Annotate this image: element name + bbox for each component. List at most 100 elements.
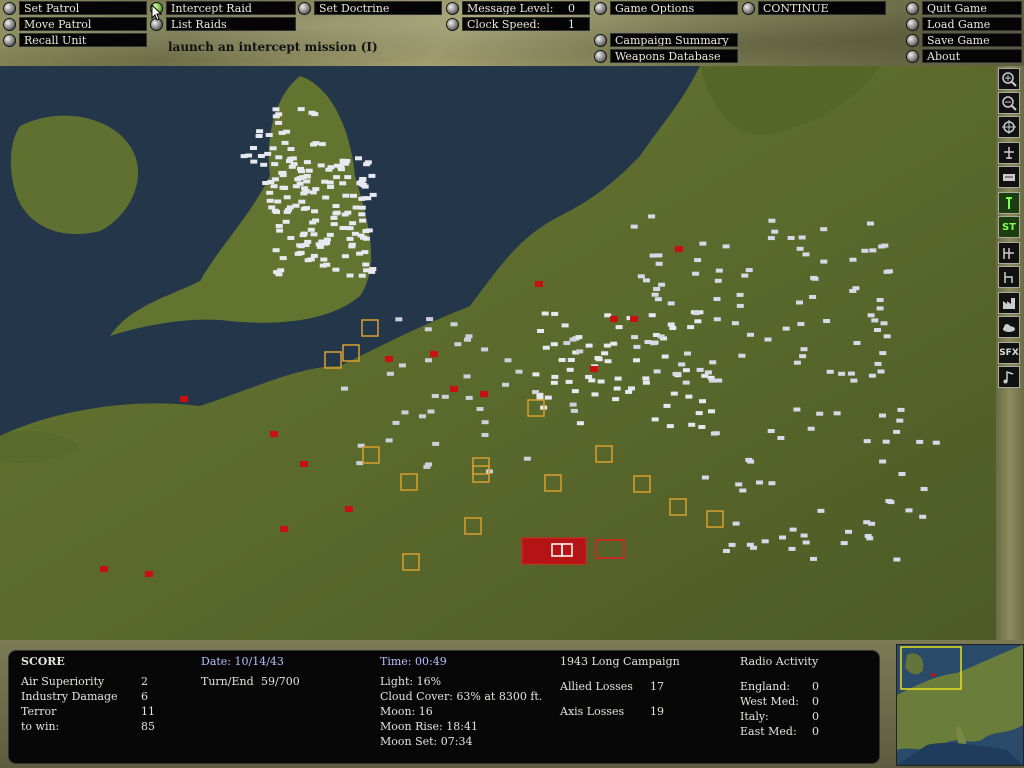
unit-marker (701, 475, 709, 480)
save-game-label: Save Game (922, 33, 1022, 47)
about-button[interactable]: About (906, 49, 1022, 63)
list-raids-button[interactable]: List Raids (150, 17, 296, 31)
campaign-summary-button[interactable]: Campaign Summary (594, 33, 738, 47)
to-win-value: 85 (141, 720, 155, 733)
raid-marker[interactable] (521, 537, 587, 565)
unit-marker (793, 407, 801, 412)
unit-marker (871, 318, 879, 323)
axis-unit-marker (385, 356, 393, 362)
unit-marker (304, 258, 312, 263)
unit-marker (481, 420, 489, 425)
unit-marker (349, 221, 357, 226)
unit-marker (350, 193, 357, 198)
game-options-button[interactable]: Game Options (594, 1, 738, 15)
radio-icon (3, 33, 16, 47)
unit-marker (685, 394, 693, 399)
factory-icon[interactable] (998, 292, 1020, 314)
unit-marker (541, 311, 549, 316)
axis-unit-marker (535, 281, 543, 287)
message-level-value: 0 (568, 2, 575, 15)
unit-marker (657, 334, 665, 339)
grid-icon[interactable] (998, 266, 1020, 288)
load-game-button[interactable]: Load Game (906, 17, 1022, 31)
unit-marker (395, 317, 403, 322)
weapons-database-button[interactable]: Weapons Database (594, 49, 738, 63)
airbase-icon[interactable] (998, 142, 1020, 164)
weather-icon[interactable] (998, 316, 1020, 338)
raid-icon[interactable] (998, 166, 1020, 188)
st-toggle[interactable]: ST (998, 216, 1020, 238)
unit-marker (696, 367, 704, 372)
unit-marker (571, 389, 579, 394)
unit-marker (853, 341, 861, 345)
unit-marker (426, 317, 434, 322)
unit-marker (898, 472, 906, 476)
radio-west-med-label: West Med: (740, 695, 800, 708)
moon-set-text: Moon Set: 07:34 (380, 735, 473, 748)
unit-marker (326, 180, 334, 185)
unit-marker (604, 359, 612, 364)
unit-marker (653, 287, 661, 291)
quit-game-button[interactable]: Quit Game (906, 1, 1022, 15)
unit-marker (867, 313, 875, 318)
unit-marker (288, 164, 296, 169)
radio-italy-value: 0 (812, 710, 819, 723)
zoom-in-icon[interactable] (998, 68, 1020, 90)
unit-marker (262, 181, 270, 185)
intercept-raid-button[interactable]: Intercept Raid (150, 1, 296, 15)
unit-marker (631, 335, 639, 340)
message-level-control[interactable]: Message Level: 0 (446, 1, 590, 15)
status-bar: SCORE Air Superiority 2 Industry Damage … (0, 640, 1024, 768)
unit-marker (563, 341, 571, 345)
unit-marker (266, 190, 274, 195)
unit-marker (882, 439, 890, 444)
music-icon[interactable] (998, 366, 1020, 388)
map-canvas[interactable] (0, 66, 996, 640)
unit-marker (807, 426, 815, 431)
list-raids-label: List Raids (166, 17, 296, 31)
unit-marker (282, 219, 290, 224)
minimap-canvas[interactable] (897, 645, 1023, 765)
flak-icon[interactable] (998, 192, 1020, 214)
recall-unit-button[interactable]: Recall Unit (3, 33, 147, 47)
unit-marker (465, 334, 473, 339)
continue-button[interactable]: CONTINUE (742, 1, 886, 15)
unit-marker (715, 378, 723, 383)
unit-marker (515, 369, 523, 374)
unit-marker (260, 162, 268, 167)
unit-marker (698, 425, 706, 429)
game-options-label: Game Options (610, 1, 738, 15)
overview-minimap[interactable] (896, 644, 1024, 766)
unit-marker (612, 397, 620, 402)
zoom-out-icon[interactable] (998, 92, 1020, 114)
set-doctrine-button[interactable]: Set Doctrine (298, 1, 442, 15)
unit-marker (610, 341, 618, 346)
unit-marker (709, 360, 717, 365)
unit-marker (591, 392, 599, 397)
mouse-cursor-icon (151, 4, 163, 21)
axis-unit-marker (100, 566, 108, 572)
unit-marker (764, 337, 772, 342)
center-crosshair-icon[interactable] (998, 116, 1020, 138)
unit-marker (303, 206, 310, 211)
radar-icon[interactable] (998, 242, 1020, 264)
light-text: Light: 16% (380, 675, 442, 688)
unit-marker (756, 480, 763, 485)
set-patrol-button[interactable]: Set Patrol (3, 1, 147, 15)
unit-marker (644, 340, 652, 344)
unit-marker (266, 198, 274, 203)
unit-marker (699, 399, 706, 404)
unit-marker (311, 209, 319, 214)
axis-unit-marker (300, 461, 308, 467)
unit-marker (425, 462, 433, 467)
recall-unit-label: Recall Unit (19, 33, 147, 47)
strategic-map[interactable] (0, 66, 996, 640)
unit-marker (265, 133, 273, 137)
unit-marker (352, 205, 360, 210)
sfx-toggle[interactable]: SFX (998, 342, 1020, 364)
unit-marker (682, 368, 690, 373)
clock-speed-control[interactable]: Clock Speed: 1 (446, 17, 590, 31)
save-game-button[interactable]: Save Game (906, 33, 1022, 47)
move-patrol-button[interactable]: Move Patrol (3, 17, 147, 31)
unit-marker (270, 184, 278, 189)
